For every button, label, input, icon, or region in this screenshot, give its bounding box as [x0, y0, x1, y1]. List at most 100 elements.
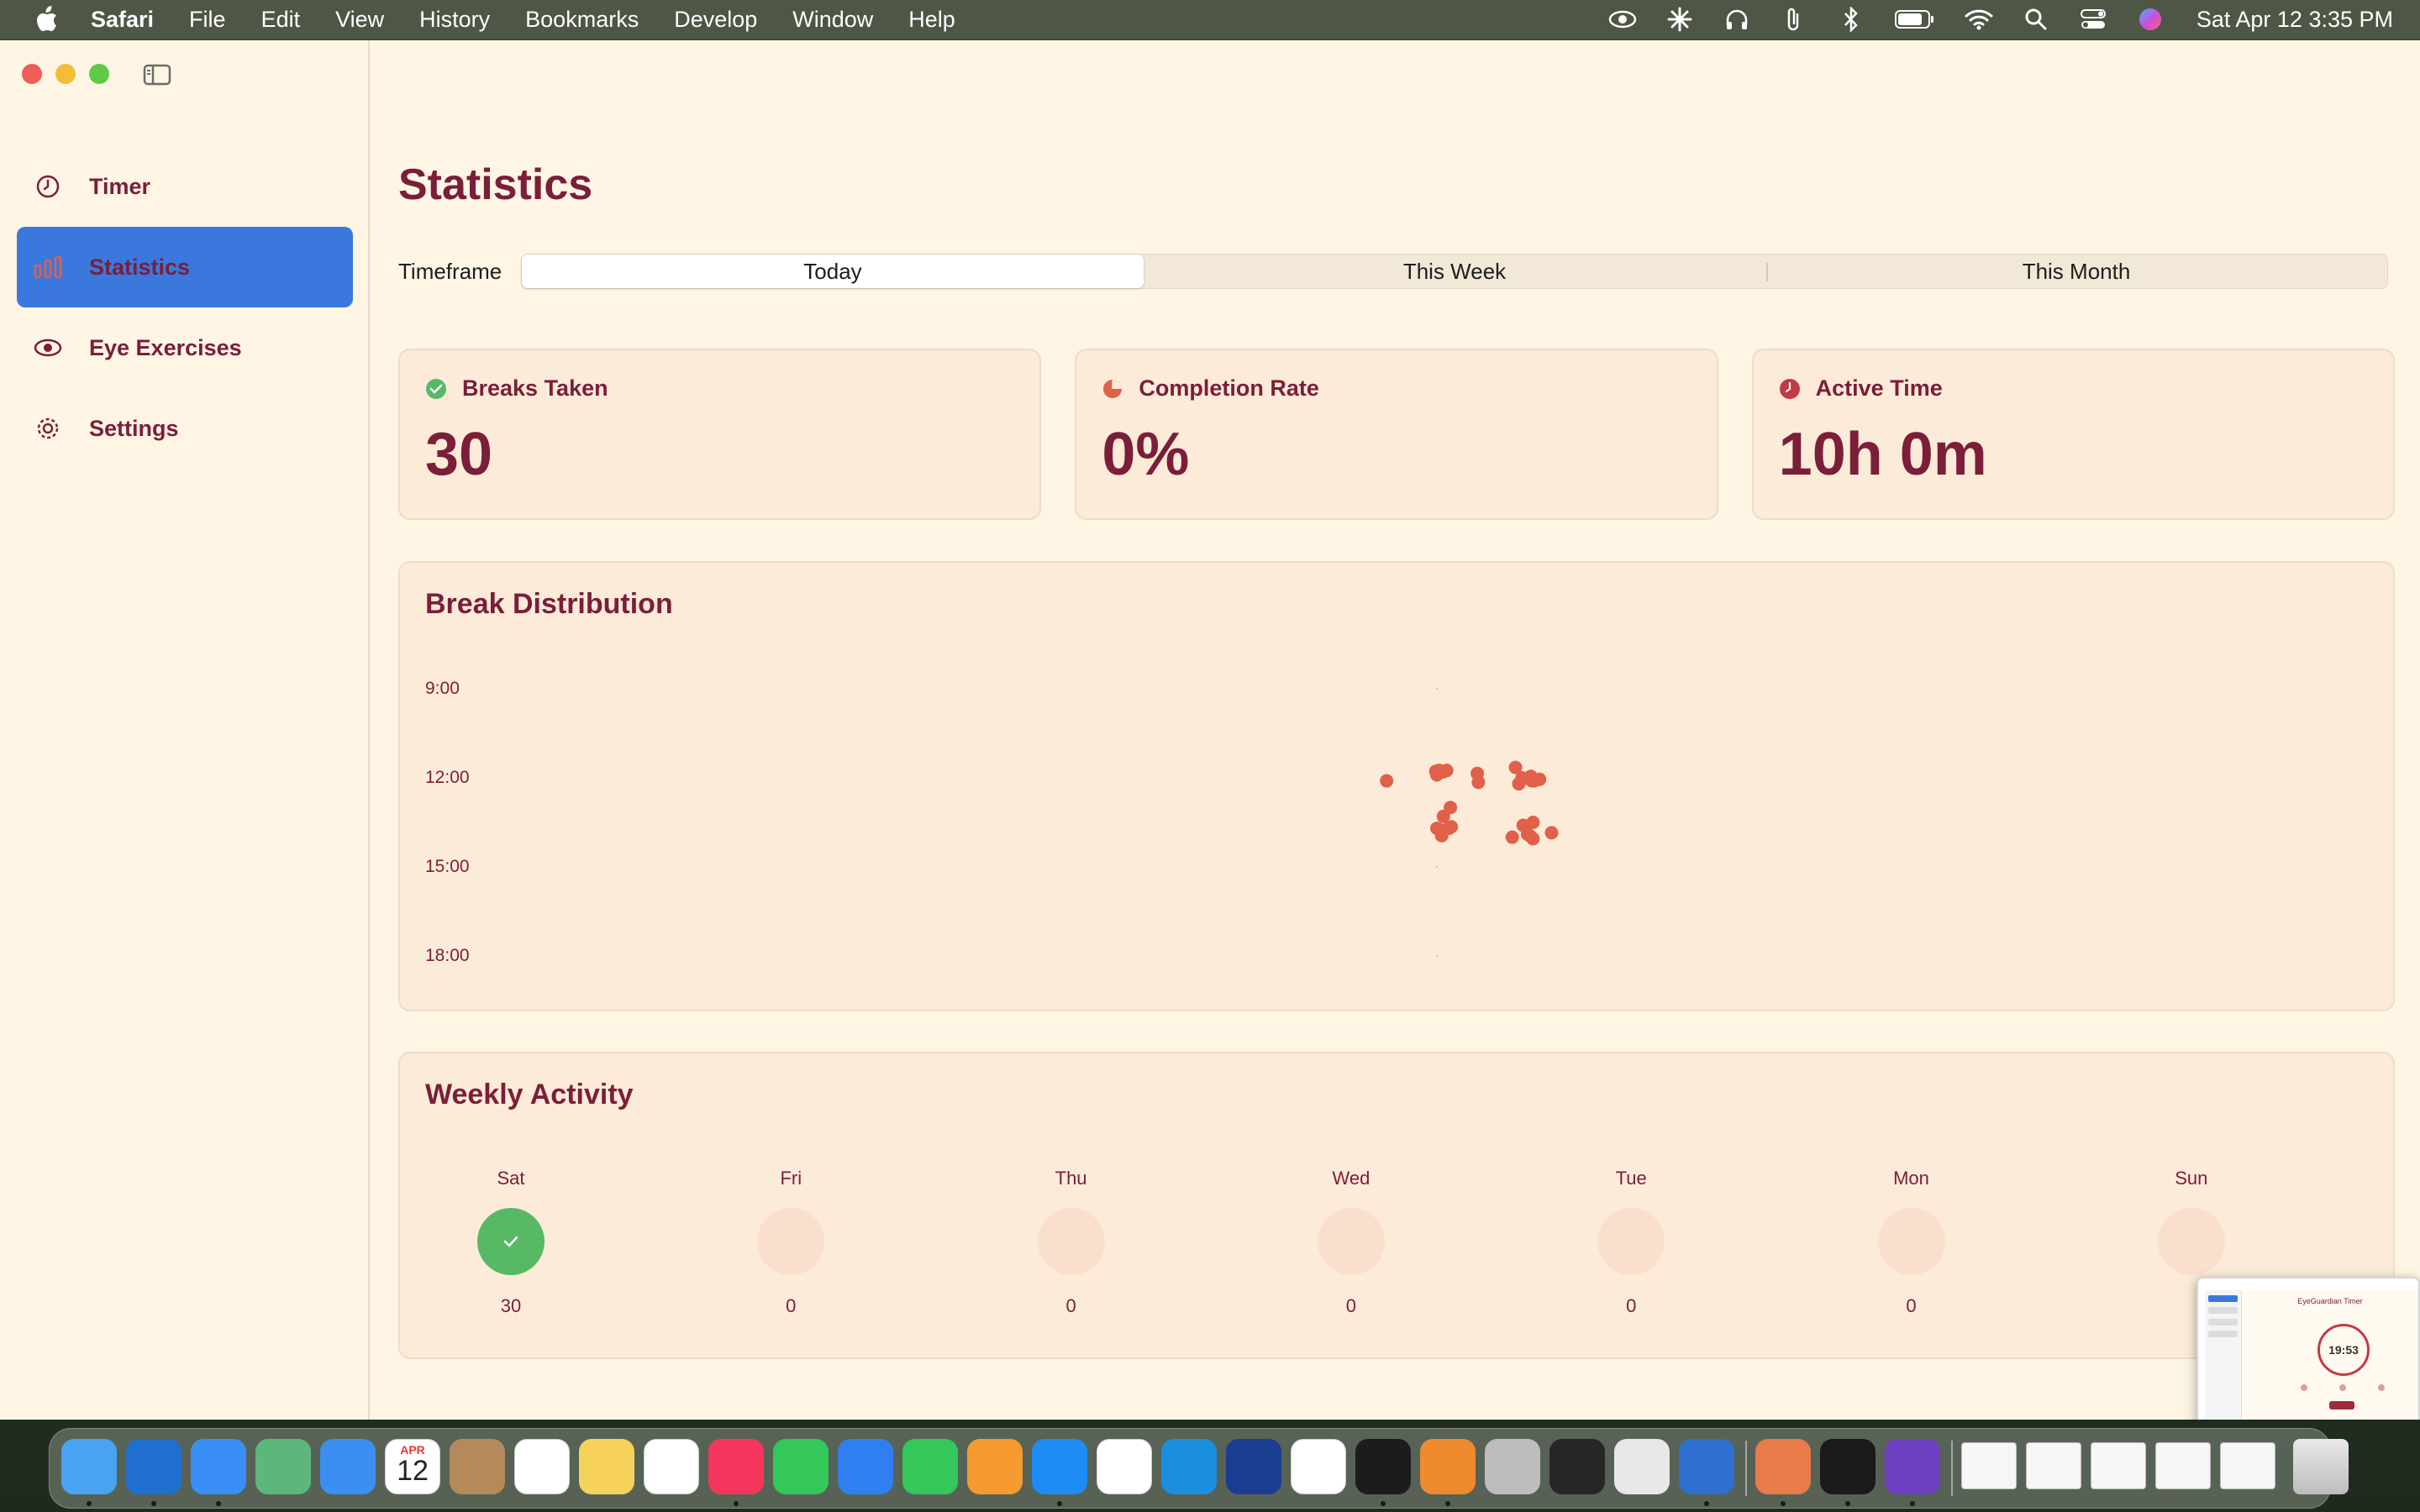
- day-empty-circle: [2157, 1208, 2225, 1275]
- keynote-icon[interactable]: [838, 1439, 893, 1494]
- dock-separator: [1745, 1441, 1747, 1496]
- card-value: 0%: [1102, 421, 1190, 488]
- control-center-icon[interactable]: [2079, 7, 2107, 32]
- dock: APR 12: [49, 1428, 2349, 1509]
- running-indicator: [734, 1501, 739, 1506]
- page-title: Statistics: [398, 160, 593, 209]
- contacts-icon[interactable]: [450, 1439, 505, 1494]
- close-button[interactable]: [22, 64, 42, 84]
- menu-view[interactable]: View: [335, 7, 384, 33]
- menu-bookmarks[interactable]: Bookmarks: [525, 7, 639, 33]
- menu-bar: Safari File Edit View History Bookmarks …: [0, 0, 2420, 39]
- freeform-icon[interactable]: [644, 1439, 699, 1494]
- day-name: Tue: [1615, 1168, 1647, 1189]
- zoom-button[interactable]: [89, 64, 109, 84]
- record-icon[interactable]: [1549, 1439, 1605, 1494]
- maps-icon[interactable]: [255, 1439, 311, 1494]
- app-store-icon[interactable]: [1032, 1439, 1087, 1494]
- thumbnail-button: [2329, 1401, 2354, 1410]
- reminders-icon[interactable]: [514, 1439, 570, 1494]
- window-controls: [22, 64, 109, 84]
- tab-this-week[interactable]: This Week: [1144, 255, 1765, 288]
- pages-icon[interactable]: [967, 1439, 1023, 1494]
- vpn-icon[interactable]: [1420, 1439, 1476, 1494]
- day-empty-circle: [1877, 1208, 1945, 1275]
- day-count: 0: [1626, 1295, 1637, 1316]
- menu-file[interactable]: File: [189, 7, 226, 33]
- github-icon[interactable]: [1885, 1439, 1940, 1494]
- card-value: 10h 0m: [1778, 421, 1987, 488]
- sidebar-item-label: Eye Exercises: [89, 334, 242, 360]
- minimize-button[interactable]: [55, 64, 76, 84]
- card-title: Active Time: [1815, 375, 1943, 401]
- menu-window[interactable]: Window: [792, 7, 873, 33]
- wifi-icon[interactable]: [1965, 7, 1993, 32]
- sidebar-item-label: Statistics: [89, 254, 191, 280]
- clock-icon: [1779, 378, 1801, 400]
- music-icon[interactable]: [708, 1439, 764, 1494]
- menu-develop[interactable]: Develop: [674, 7, 757, 33]
- menu-edit[interactable]: Edit: [261, 7, 301, 33]
- headphones-icon[interactable]: [1723, 7, 1751, 32]
- minimized-window-thumbnail[interactable]: [2155, 1442, 2211, 1489]
- messages-icon[interactable]: [773, 1439, 829, 1494]
- chrome-icon[interactable]: [1291, 1439, 1346, 1494]
- timeframe-label: Timeframe: [398, 258, 502, 284]
- minimized-window-thumbnail[interactable]: [2220, 1442, 2275, 1489]
- claude-icon[interactable]: [1755, 1439, 1811, 1494]
- timeframe-segmented-control: Today This Week This Month: [521, 254, 2388, 289]
- active-time-card: Active Time 10h 0m: [1751, 349, 2395, 520]
- sidebar-item-settings[interactable]: Settings: [17, 388, 353, 469]
- simulator-icon[interactable]: [1614, 1439, 1670, 1494]
- menu-history[interactable]: History: [419, 7, 490, 33]
- bluetooth-icon[interactable]: [1837, 7, 1865, 32]
- running-indicator: [1845, 1501, 1850, 1506]
- sidebar-item-statistics[interactable]: Statistics: [17, 227, 353, 307]
- checkmark-circle-icon: [425, 378, 447, 400]
- skype-icon[interactable]: [1161, 1439, 1217, 1494]
- panel-title: Break Distribution: [425, 588, 673, 620]
- trash-icon[interactable]: [2293, 1439, 2349, 1494]
- menu-help[interactable]: Help: [908, 7, 955, 33]
- minimized-window-thumbnail[interactable]: [1961, 1442, 2017, 1489]
- launchpad-icon[interactable]: [1485, 1439, 1540, 1494]
- safari-icon[interactable]: [191, 1439, 246, 1494]
- tab-this-month[interactable]: This Month: [1765, 255, 2387, 288]
- sidebar-toggle-icon[interactable]: [143, 64, 171, 86]
- minimized-window-thumbnail[interactable]: [2091, 1442, 2146, 1489]
- slack-icon[interactable]: [1097, 1439, 1152, 1494]
- sidebar-item-timer[interactable]: Timer: [17, 146, 353, 227]
- day-count: 0: [1065, 1295, 1076, 1316]
- window-thumbnail-preview[interactable]: EyeGuardian Timer 19:53: [2196, 1277, 2420, 1420]
- finder-icon[interactable]: [61, 1439, 117, 1494]
- tab-today[interactable]: Today: [522, 255, 1144, 288]
- numbers-icon[interactable]: [902, 1439, 958, 1494]
- sidebar-item-eye-exercises[interactable]: Eye Exercises: [17, 307, 353, 388]
- terminal-icon[interactable]: [1820, 1439, 1876, 1494]
- apple-icon[interactable]: [35, 6, 59, 33]
- break-point: [1520, 827, 1534, 842]
- day-empty-circle: [1317, 1208, 1385, 1275]
- weekly-days: Sat 30 Fri 0 Thu 0 Wed 0 Tue 0 Mon 0 Sun: [400, 1053, 2396, 1361]
- mail-icon[interactable]: [320, 1439, 376, 1494]
- running-indicator: [1910, 1501, 1915, 1506]
- outlook-icon[interactable]: [126, 1439, 182, 1494]
- day-item-mon: Mon 0: [1861, 1168, 1962, 1317]
- calendar-icon[interactable]: APR 12: [385, 1439, 440, 1494]
- break-point: [1380, 774, 1394, 788]
- notes-icon[interactable]: [579, 1439, 634, 1494]
- siri-icon[interactable]: [2136, 7, 2165, 32]
- search-icon[interactable]: [2022, 7, 2050, 32]
- xcode-icon[interactable]: [1679, 1439, 1734, 1494]
- stocks-icon[interactable]: [1355, 1439, 1411, 1494]
- minimized-window-thumbnail[interactable]: [2026, 1442, 2081, 1489]
- eye-icon[interactable]: [1608, 7, 1637, 32]
- pinpoint-icon[interactable]: [1226, 1439, 1281, 1494]
- day-count: 0: [1906, 1295, 1917, 1316]
- running-indicator: [1381, 1501, 1386, 1506]
- menu-app-name[interactable]: Safari: [91, 7, 154, 33]
- running-indicator: [87, 1501, 92, 1506]
- menu-clock[interactable]: Sat Apr 12 3:35 PM: [2196, 7, 2393, 33]
- asterisk-icon[interactable]: [1665, 7, 1694, 32]
- paperclip-icon[interactable]: [1780, 7, 1808, 32]
